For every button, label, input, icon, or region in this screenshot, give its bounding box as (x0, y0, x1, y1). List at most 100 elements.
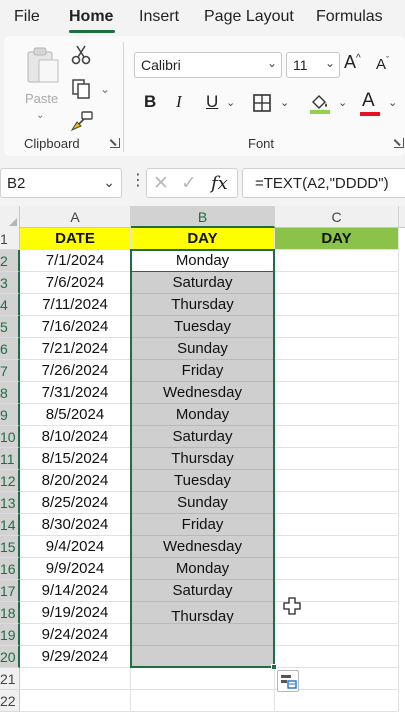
row-header[interactable]: 6 (0, 338, 20, 360)
empty-cell[interactable] (275, 404, 399, 426)
row-header[interactable]: 9 (0, 404, 20, 426)
name-box-chevron-down-icon[interactable]: ⌄ (103, 174, 115, 191)
format-painter-icon[interactable] (70, 110, 94, 132)
header-cell-day-c[interactable]: DAY (275, 228, 399, 250)
empty-cell[interactable] (275, 514, 399, 536)
day-cell[interactable]: Thursday (131, 294, 275, 316)
day-cell[interactable]: Saturday (131, 426, 275, 448)
spreadsheet-grid[interactable]: A B C 1 DATE DAY DAY 2 7/1/2024 Monday 3 7/6/202… (0, 206, 405, 720)
paste-button-label[interactable]: Paste (25, 91, 58, 106)
select-all-button[interactable] (0, 206, 20, 228)
font-name-select[interactable]: Calibri ⌄ (134, 52, 282, 78)
empty-cell[interactable] (275, 316, 399, 338)
day-cell[interactable]: Friday (131, 514, 275, 536)
row-header[interactable]: 10 (0, 426, 20, 448)
date-cell[interactable]: 9/14/2024 (20, 580, 131, 602)
underline-chevron-down-icon[interactable]: ⌄ (226, 96, 235, 109)
borders-chevron-down-icon[interactable]: ⌄ (280, 96, 289, 109)
empty-cell[interactable] (275, 536, 399, 558)
more-options-icon[interactable]: ⋮ (130, 173, 146, 189)
row-header[interactable]: 3 (0, 272, 20, 294)
day-cell[interactable] (131, 668, 275, 690)
date-cell[interactable]: 7/16/2024 (20, 316, 131, 338)
copy-icon[interactable] (70, 78, 92, 100)
borders-icon[interactable] (252, 93, 272, 113)
row-header[interactable]: 14 (0, 514, 20, 536)
day-cell[interactable]: Monday (131, 404, 275, 426)
row-header[interactable]: 22 (0, 690, 20, 712)
empty-cell[interactable] (275, 360, 399, 382)
day-cell[interactable] (131, 646, 275, 668)
row-header[interactable]: 7 (0, 360, 20, 382)
italic-button[interactable]: I (176, 92, 182, 112)
grow-font-button[interactable]: A^ (344, 52, 361, 73)
row-header[interactable]: 8 (0, 382, 20, 404)
empty-cell[interactable] (275, 338, 399, 360)
date-cell[interactable] (20, 690, 131, 712)
fill-color-icon[interactable] (308, 91, 332, 115)
formula-input[interactable]: =TEXT(A2,"DDDD") (242, 168, 405, 198)
column-header-a[interactable]: A (20, 206, 131, 228)
bold-button[interactable]: B (144, 92, 156, 112)
row-header[interactable]: 11 (0, 448, 20, 470)
row-header[interactable]: 20 (0, 646, 20, 668)
date-cell[interactable]: 9/4/2024 (20, 536, 131, 558)
font-launcher-icon[interactable] (394, 138, 404, 148)
row-header[interactable]: 17 (0, 580, 20, 602)
empty-cell[interactable] (275, 624, 399, 646)
empty-cell[interactable] (275, 294, 399, 316)
date-cell[interactable]: 7/26/2024 (20, 360, 131, 382)
date-cell[interactable]: 8/20/2024 (20, 470, 131, 492)
day-cell[interactable]: Wednesday (131, 382, 275, 404)
row-header[interactable]: 2 (0, 250, 20, 272)
tab-formulas[interactable]: Formulas (316, 8, 383, 26)
day-cell[interactable]: Saturday (131, 272, 275, 294)
font-size-select[interactable]: 11 ⌄ (286, 52, 340, 78)
cancel-icon[interactable]: ✕ (153, 172, 169, 195)
enter-check-icon[interactable]: ✓ (181, 172, 197, 195)
font-color-chevron-down-icon[interactable]: ⌄ (388, 96, 397, 109)
date-cell[interactable]: 7/1/2024 (20, 250, 131, 272)
day-cell[interactable]: Tuesday (131, 316, 275, 338)
day-cell[interactable]: Sunday (131, 338, 275, 360)
fill-handle[interactable] (271, 664, 277, 670)
paste-icon[interactable] (26, 46, 60, 84)
row-header[interactable]: 1 (0, 228, 20, 250)
empty-cell[interactable] (275, 426, 399, 448)
date-cell[interactable]: 9/24/2024 (20, 624, 131, 646)
date-cell[interactable]: 9/19/2024 (20, 602, 131, 624)
empty-cell[interactable] (275, 250, 399, 272)
date-cell[interactable] (20, 668, 131, 690)
date-cell[interactable]: 9/29/2024 (20, 646, 131, 668)
empty-cell[interactable] (275, 558, 399, 580)
header-cell-date[interactable]: DATE (20, 228, 131, 250)
shrink-font-button[interactable]: Aˇ (376, 55, 389, 73)
date-cell[interactable]: 8/15/2024 (20, 448, 131, 470)
row-header[interactable]: 13 (0, 492, 20, 514)
day-cell[interactable]: Thursday (131, 448, 275, 470)
row-header[interactable]: 21 (0, 668, 20, 690)
day-cell[interactable]: Friday (131, 360, 275, 382)
empty-cell[interactable] (275, 448, 399, 470)
date-cell[interactable]: 7/11/2024 (20, 294, 131, 316)
day-cell[interactable] (131, 624, 275, 646)
date-cell[interactable]: 7/6/2024 (20, 272, 131, 294)
date-cell[interactable]: 8/5/2024 (20, 404, 131, 426)
row-header[interactable]: 19 (0, 624, 20, 646)
column-header-b[interactable]: B (131, 206, 275, 228)
row-header[interactable]: 16 (0, 558, 20, 580)
day-cell[interactable]: Saturday (131, 580, 275, 602)
column-header-c[interactable]: C (275, 206, 399, 228)
day-cell[interactable]: Tuesday (131, 470, 275, 492)
empty-cell[interactable] (275, 492, 399, 514)
date-cell[interactable]: 7/31/2024 (20, 382, 131, 404)
name-box[interactable]: B2 ⌄ (0, 168, 122, 198)
empty-cell[interactable] (275, 646, 399, 668)
tab-insert[interactable]: Insert (139, 8, 179, 26)
day-cell[interactable]: Wednesday (131, 536, 275, 558)
empty-cell[interactable] (275, 272, 399, 294)
underline-button[interactable]: U (206, 92, 218, 112)
tab-page-layout[interactable]: Page Layout (204, 8, 294, 26)
insert-function-icon[interactable]: fx (211, 173, 228, 194)
day-cell[interactable] (131, 690, 275, 712)
